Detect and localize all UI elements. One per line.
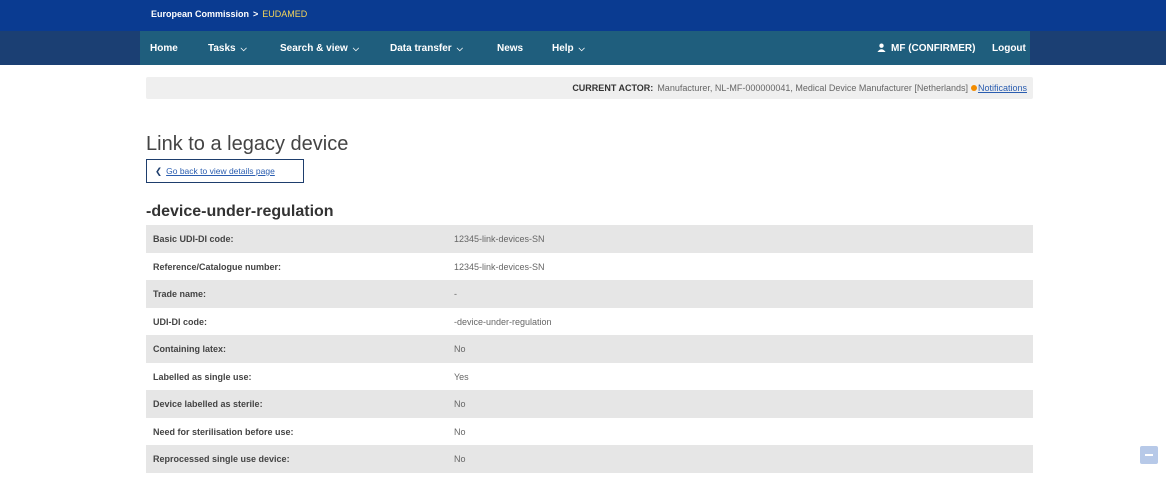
detail-row: UDI-DI code: -device-under-regulation	[146, 308, 1033, 336]
user-icon	[877, 43, 886, 52]
detail-label: UDI-DI code:	[153, 316, 207, 327]
detail-row: Labelled as single use: Yes	[146, 363, 1033, 391]
current-actor-label: CURRENT ACTOR:	[572, 83, 654, 93]
detail-label: Containing latex:	[153, 344, 227, 354]
breadcrumb-separator: >	[253, 9, 259, 19]
nav-logout[interactable]: Logout	[992, 43, 1026, 54]
device-details-table: Basic UDI-DI code: 12345-link-devices-SN…	[146, 225, 1033, 473]
chevron-down-icon: ⌵	[456, 44, 463, 53]
detail-value: No	[454, 399, 466, 409]
detail-row: Reprocessed single use device: No	[146, 445, 1033, 473]
nav-tasks-label: Tasks	[208, 43, 236, 54]
detail-value: -	[454, 289, 457, 299]
detail-label: Reprocessed single use device:	[153, 454, 290, 464]
nav-user[interactable]: MF (CONFIRMER)	[877, 43, 975, 54]
main-nav: Home Tasks ⌵ Search & view ⌵ Data transfer…	[140, 31, 1030, 65]
nav-news[interactable]: News	[497, 43, 523, 54]
detail-value: -device-under-regulation	[454, 316, 552, 327]
notification-dot-icon	[970, 85, 977, 91]
detail-value: No	[454, 454, 466, 464]
top-header: European Commission > EUDAMED Home Tasks ⌵ …	[0, 0, 1166, 65]
top-strip: European Commission > EUDAMED	[0, 0, 1166, 31]
back-to-details-label: Go back to view details page	[166, 166, 275, 176]
nav-search-view-label: Search & view	[280, 43, 348, 54]
detail-row: Reference/Catalogue number: 12345-link-d…	[146, 253, 1033, 281]
nav-search-view[interactable]: Search & view ⌵	[280, 43, 359, 54]
detail-row: Trade name: -	[146, 280, 1033, 308]
breadcrumb: European Commission > EUDAMED	[151, 9, 307, 19]
breadcrumb-org[interactable]: European Commission	[151, 9, 249, 19]
detail-label: Need for sterilisation before use:	[153, 426, 294, 437]
chevron-down-icon: ⌵	[352, 44, 359, 53]
current-actor-value: Manufacturer, NL-MF-000000041, Medical D…	[657, 83, 968, 93]
nav-help-label: Help	[552, 43, 574, 54]
page-title: Link to a legacy device	[146, 133, 349, 156]
detail-row: Need for sterilisation before use: No	[146, 418, 1033, 446]
nav-user-label: MF (CONFIRMER)	[891, 43, 976, 54]
detail-label: Reference/Catalogue number:	[153, 261, 282, 272]
nav-home-label: Home	[150, 43, 178, 54]
nav-data-transfer[interactable]: Data transfer ⌵	[390, 43, 463, 54]
nav-logout-label: Logout	[992, 43, 1026, 54]
nav-news-label: News	[497, 43, 524, 54]
nav-data-transfer-label: Data transfer	[390, 43, 452, 54]
detail-row: Basic UDI-DI code: 12345-link-devices-SN	[146, 225, 1033, 253]
current-actor-bar: CURRENT ACTOR: Manufacturer, NL-MF-000000…	[146, 77, 1033, 99]
detail-label: Trade name:	[153, 289, 207, 299]
nav-home[interactable]: Home	[150, 43, 178, 54]
current-actor-text: CURRENT ACTOR: Manufacturer, NL-MF-000000…	[572, 83, 1027, 93]
detail-label: Labelled as single use:	[153, 371, 252, 382]
notifications-link[interactable]: Notifications	[978, 83, 1027, 93]
device-heading: -device-under-regulation	[146, 203, 334, 220]
detail-value: 12345-link-devices-SN	[454, 261, 545, 272]
detail-value: No	[454, 426, 466, 437]
detail-label: Basic UDI-DI code:	[153, 234, 234, 244]
chevron-left-icon: ❮	[155, 166, 163, 176]
back-to-details-button[interactable]: ❮ Go back to view details page	[146, 159, 304, 183]
detail-row: Containing latex: No	[146, 335, 1033, 363]
nav-help[interactable]: Help ⌵	[552, 43, 585, 54]
chevron-down-icon: ⌵	[240, 44, 247, 53]
detail-value: 12345-link-devices-SN	[454, 234, 545, 244]
detail-value: No	[454, 344, 466, 354]
chevron-down-icon: ⌵	[578, 44, 585, 53]
detail-value: Yes	[454, 371, 469, 382]
detail-row: Device labelled as sterile: No	[146, 390, 1033, 418]
detail-label: Device labelled as sterile:	[153, 399, 263, 409]
scroll-to-top-icon[interactable]	[1140, 446, 1158, 464]
breadcrumb-app[interactable]: EUDAMED	[262, 9, 307, 19]
nav-tasks[interactable]: Tasks ⌵	[208, 43, 247, 54]
